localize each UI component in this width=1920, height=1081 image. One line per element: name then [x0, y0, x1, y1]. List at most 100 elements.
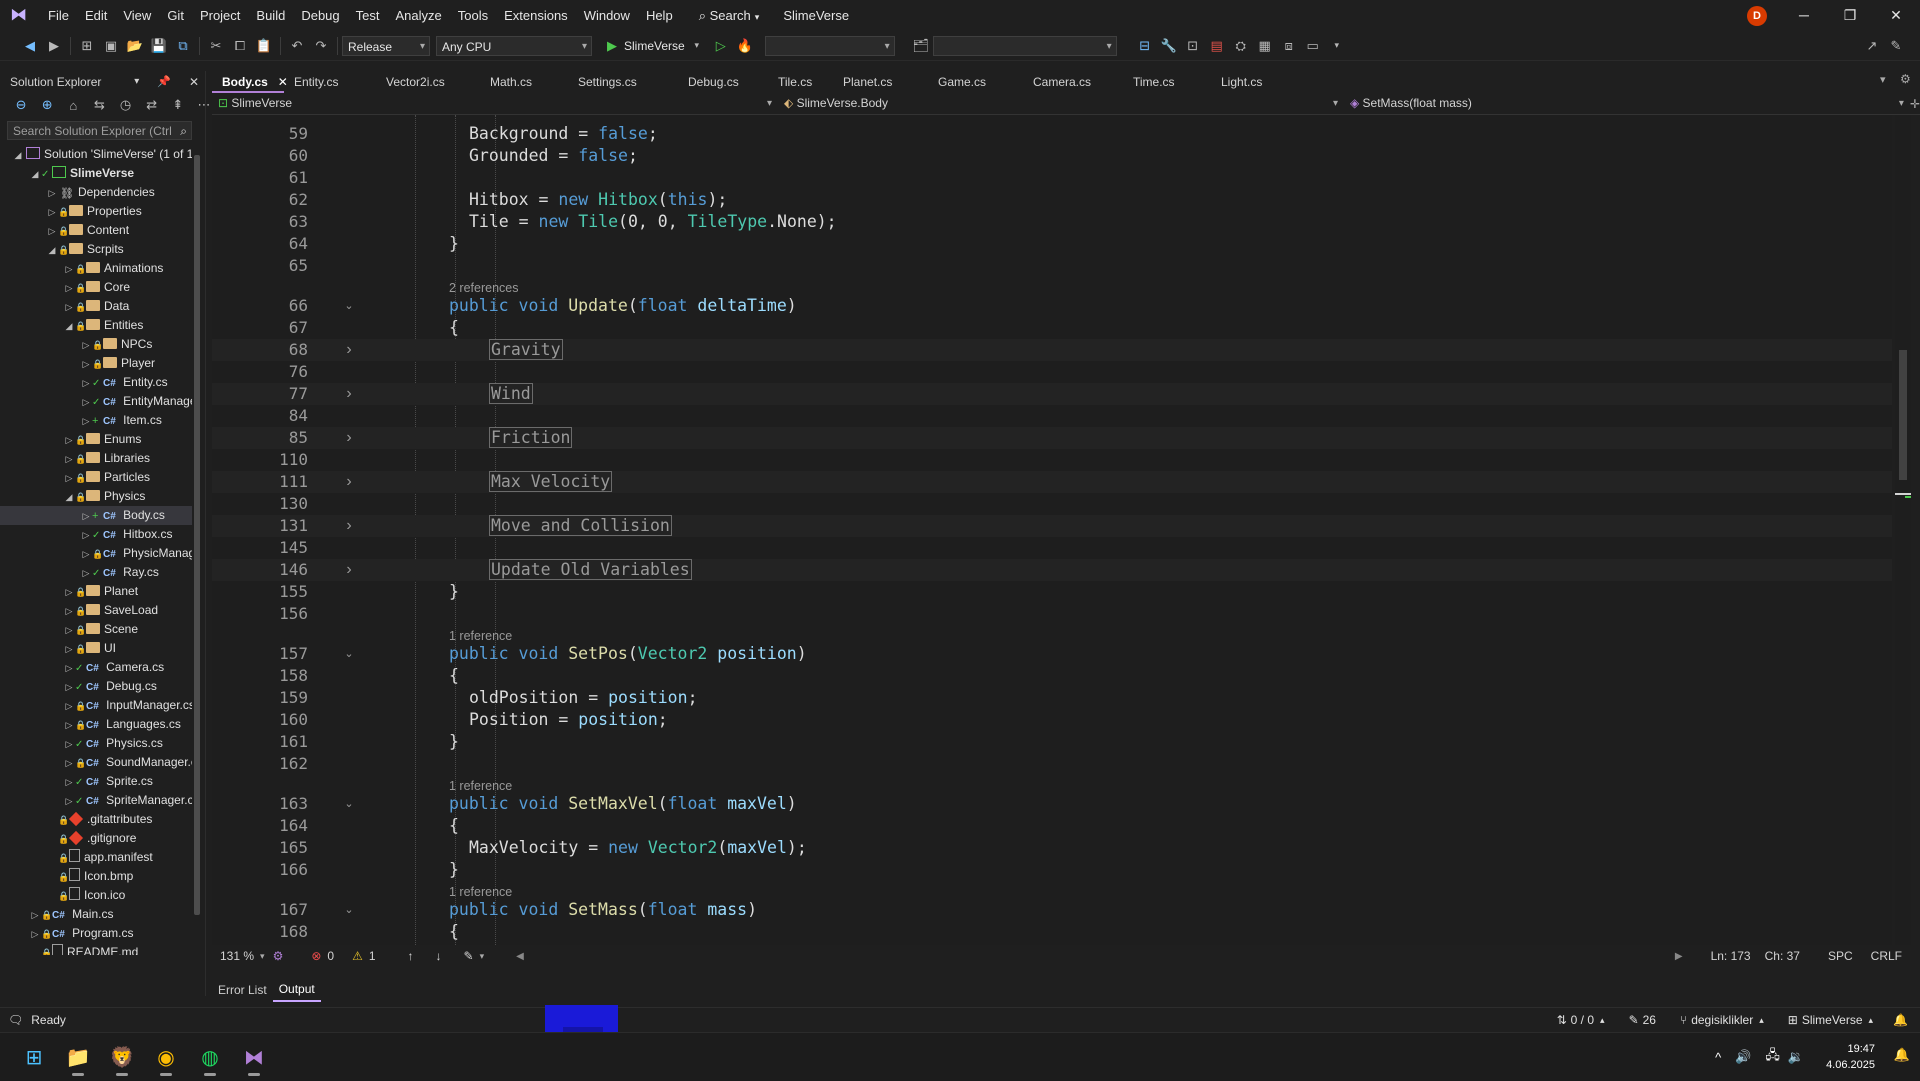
- expand-toggle-icon[interactable]: ▷: [63, 298, 75, 316]
- whitespace-mode[interactable]: SPC: [1828, 949, 1853, 963]
- tab-tile-cs[interactable]: Tile.cs: [768, 71, 833, 93]
- code-line[interactable]: 111 › Max Velocity: [212, 471, 1892, 493]
- cut-icon[interactable]: ✂: [205, 35, 227, 57]
- tree-item[interactable]: ▷ ✓ C# SpriteManager.cs: [0, 791, 192, 810]
- tree-item[interactable]: ▷ 🔒C# Languages.cs: [0, 715, 192, 734]
- open-file-icon[interactable]: 📂: [124, 35, 146, 57]
- tree-item[interactable]: ▷ 🔒 Particles: [0, 468, 192, 487]
- error-count[interactable]: 0: [327, 949, 334, 963]
- code-line[interactable]: 60 Grounded = false;: [212, 145, 1892, 167]
- expand-toggle-icon[interactable]: ▷: [46, 184, 58, 202]
- code-line[interactable]: 84: [212, 405, 1892, 427]
- collapsed-region[interactable]: Wind: [489, 383, 533, 404]
- undo-icon[interactable]: ↶: [286, 35, 308, 57]
- tree-item[interactable]: 🔒 Icon.bmp: [0, 867, 192, 886]
- expand-toggle-icon[interactable]: ▷: [80, 545, 92, 563]
- code-line[interactable]: 160 Position = position;: [212, 709, 1892, 731]
- scroll-right-icon[interactable]: ▶: [1675, 951, 1683, 962]
- tab-light-cs[interactable]: Light.cs: [1211, 71, 1291, 93]
- cursor-column[interactable]: Ch: 37: [1765, 949, 1800, 963]
- spotify-icon[interactable]: ◍: [190, 1037, 230, 1077]
- code-line[interactable]: 65: [212, 255, 1892, 277]
- tree-item[interactable]: ▷ ✓ C# Physics.cs: [0, 734, 192, 753]
- code-line[interactable]: 159 oldPosition = position;: [212, 687, 1892, 709]
- expand-toggle-icon[interactable]: ▷: [63, 450, 75, 468]
- visual-studio-icon[interactable]: ⧓: [234, 1037, 274, 1077]
- collapsed-region[interactable]: Max Velocity: [489, 471, 613, 492]
- tree-item[interactable]: ▷ 🔒 Player: [0, 354, 192, 373]
- code-line[interactable]: 145: [212, 537, 1892, 559]
- tree-item[interactable]: ▷ 🔒 Properties: [0, 202, 192, 221]
- expand-toggle-icon[interactable]: ▷: [63, 773, 75, 791]
- tree-item[interactable]: ▷ ⛓ Dependencies: [0, 183, 192, 202]
- code-line[interactable]: 63 Tile = new Tile(0, 0, TileType.None);: [212, 211, 1892, 233]
- code-cleanup-icon[interactable]: ⚙: [273, 949, 284, 963]
- code-line[interactable]: 67 {: [212, 317, 1892, 339]
- expand-toggle-icon[interactable]: ▷: [63, 469, 75, 487]
- project-dropdown[interactable]: ⊡ SlimeVerse ▾: [212, 93, 778, 114]
- file-explorer-icon[interactable]: 📁: [58, 1037, 98, 1077]
- copy-icon[interactable]: ⧠: [229, 35, 251, 57]
- code-line[interactable]: 163 ⌄ public void SetMaxVel(float maxVel): [212, 793, 1892, 815]
- solution-search-input[interactable]: Search Solution Explorer (Ctrl ⌕: [7, 121, 192, 140]
- expand-toggle-icon[interactable]: ▷: [63, 621, 75, 639]
- menu-analyze[interactable]: Analyze: [387, 0, 449, 31]
- back-icon[interactable]: ⊖: [11, 94, 31, 116]
- tree-item[interactable]: ▷ 🔒 NPCs: [0, 335, 192, 354]
- code-line[interactable]: 156: [212, 603, 1892, 625]
- tree-item[interactable]: ▷ 🔒 UI: [0, 639, 192, 658]
- codelens-references[interactable]: 1 reference: [449, 629, 512, 643]
- expand-toggle-icon[interactable]: ◢: [12, 146, 24, 164]
- code-line[interactable]: 167 ⌄ public void SetMass(float mass): [212, 899, 1892, 921]
- pending-changes-icon[interactable]: ◷: [116, 94, 136, 116]
- tree-item[interactable]: ▷ 🔒C# Program.cs: [0, 924, 192, 943]
- expand-toggle-icon[interactable]: ▷: [63, 659, 75, 677]
- maximize-button[interactable]: ❐: [1827, 0, 1873, 31]
- redo-icon[interactable]: ↷: [310, 35, 332, 57]
- tree-item[interactable]: ▷ ✓ C# EntityManage: [0, 392, 192, 411]
- expand-toggle-icon[interactable]: ▷: [63, 697, 75, 715]
- tree-item[interactable]: ▷ 🔒 Core: [0, 278, 192, 297]
- toolbar-overflow-icon[interactable]: ▾: [1326, 35, 1348, 57]
- code-line[interactable]: 62 Hitbox = new Hitbox(this);: [212, 189, 1892, 211]
- expand-toggle-icon[interactable]: ▷: [63, 792, 75, 810]
- menu-tools[interactable]: Tools: [450, 0, 496, 31]
- menu-window[interactable]: Window: [576, 0, 638, 31]
- tab-planet-cs[interactable]: Planet.cs: [833, 71, 928, 93]
- sync-icon[interactable]: ⇄: [142, 94, 162, 116]
- configuration-dropdown[interactable]: Release: [342, 35, 430, 57]
- tree-item[interactable]: ▷ ✓ C# Sprite.cs: [0, 772, 192, 791]
- expand-toggle-icon[interactable]: ◢: [63, 317, 75, 335]
- code-line[interactable]: 162: [212, 753, 1892, 775]
- tree-item[interactable]: ◢ ✓ SlimeVerse: [0, 164, 192, 183]
- code-line[interactable]: 157 ⌄ public void SetPos(Vector2 position): [212, 643, 1892, 665]
- code-editor[interactable]: 59 Background = false; 60 Grounded = false;…: [212, 115, 1892, 945]
- code-line[interactable]: 68 › Gravity: [212, 339, 1892, 361]
- previous-issue-icon[interactable]: ↑: [408, 949, 414, 963]
- forward-icon[interactable]: ⊕: [37, 94, 57, 116]
- code-line[interactable]: 59 Background = false;: [212, 123, 1892, 145]
- start-without-debugging-icon[interactable]: ▷: [710, 35, 732, 57]
- repository-icon[interactable]: ⊞: [1788, 1013, 1798, 1027]
- tree-item[interactable]: ▷ 🔒 SaveLoad: [0, 601, 192, 620]
- expand-toggle-icon[interactable]: ▷: [80, 374, 92, 392]
- type-dropdown[interactable]: ⬖ SlimeVerse.Body ▾: [778, 93, 1344, 114]
- platform-dropdown[interactable]: Any CPU: [436, 35, 592, 57]
- expand-toggle-icon[interactable]: ▷: [80, 355, 92, 373]
- expand-toggle-icon[interactable]: ◢: [46, 241, 58, 259]
- global-search-button[interactable]: ⌕ Search ▾: [693, 0, 766, 31]
- tree-item[interactable]: ▷ + C# Item.cs: [0, 411, 192, 430]
- code-line[interactable]: 158 {: [212, 665, 1892, 687]
- code-line[interactable]: 164 {: [212, 815, 1892, 837]
- zoom-dropdown-icon[interactable]: ▾: [260, 951, 265, 962]
- tab-entity-cs[interactable]: Entity.cs: [284, 71, 376, 93]
- tree-item[interactable]: ▷ ✓ C# Camera.cs: [0, 658, 192, 677]
- windows-icon[interactable]: ⧈: [1278, 35, 1300, 57]
- tab-game-cs[interactable]: Game.cs: [928, 71, 1023, 93]
- tree-item[interactable]: ▷ 🔒C# Main.cs: [0, 905, 192, 924]
- debug-target-dropdown[interactable]: [764, 35, 895, 57]
- member-dropdown[interactable]: ◈ SetMass(float mass) ▾: [1344, 93, 1910, 114]
- expand-toggle-icon[interactable]: ▷: [46, 203, 58, 221]
- expand-toggle-icon[interactable]: ▷: [29, 906, 41, 924]
- menu-help[interactable]: Help: [638, 0, 681, 31]
